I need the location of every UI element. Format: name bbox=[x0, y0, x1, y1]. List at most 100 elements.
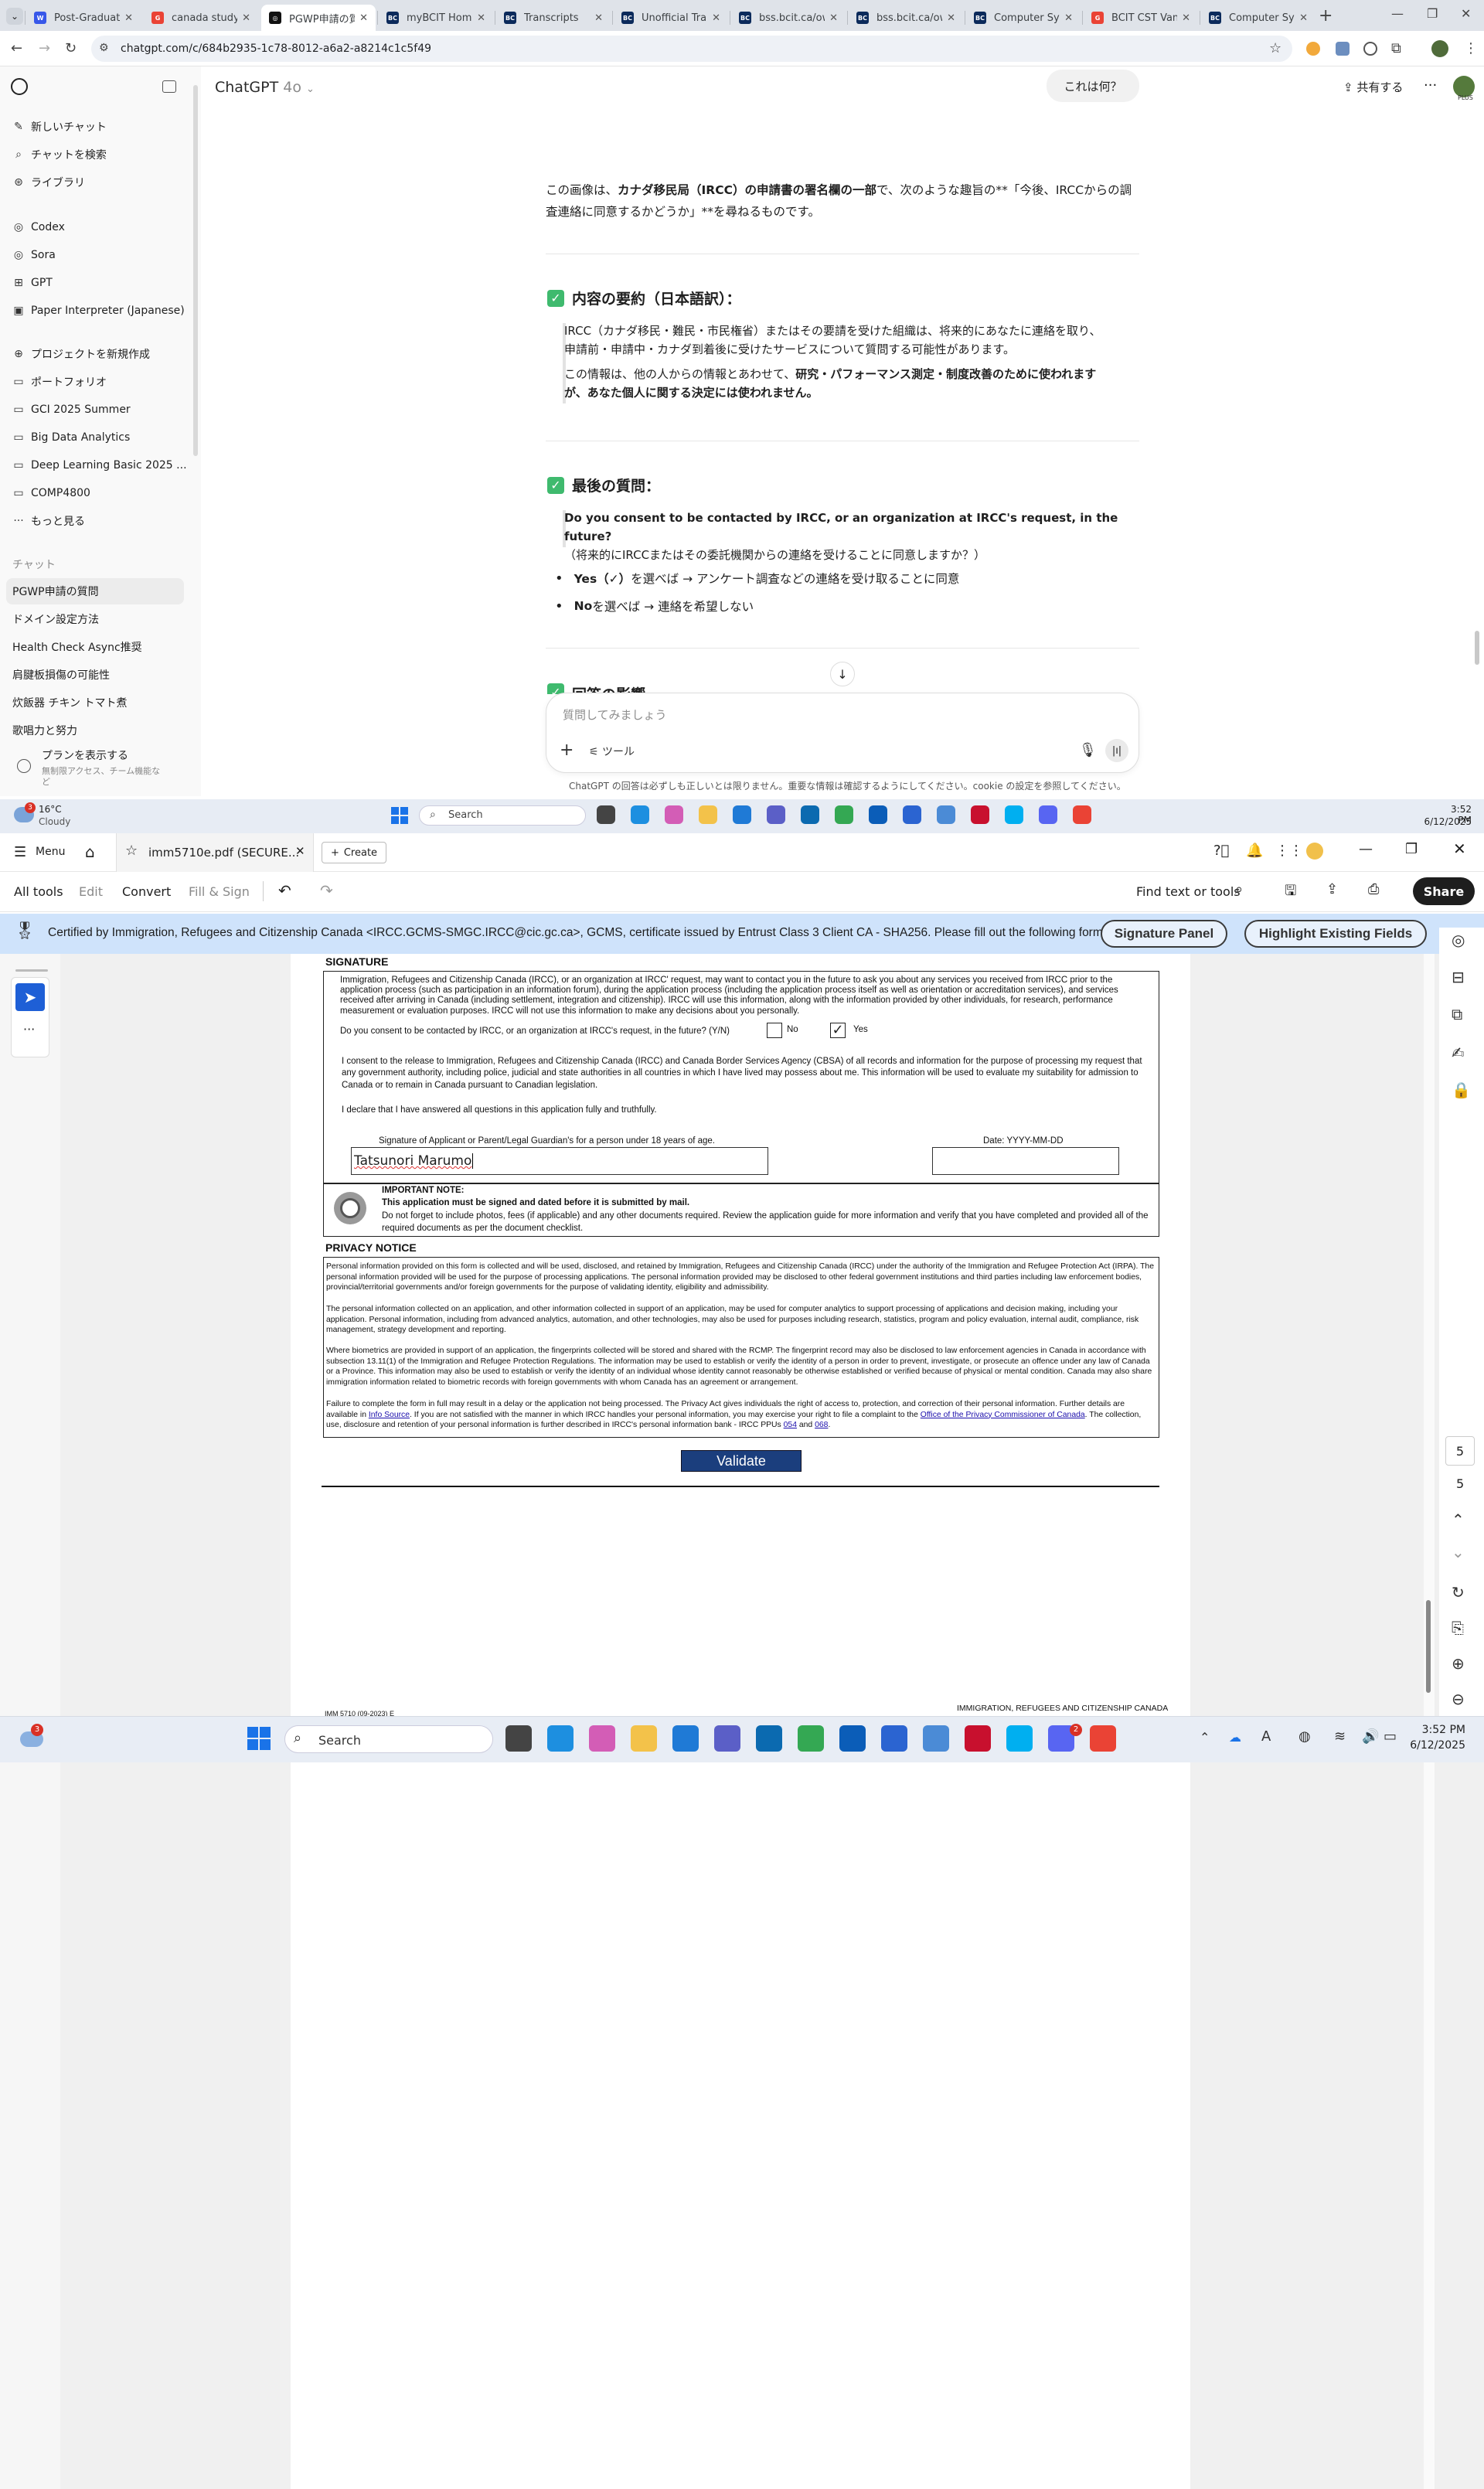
sidebar-item[interactable]: ⊞ GPT bbox=[12, 271, 53, 295]
sidebar-item[interactable]: ▭ Big Data Analytics bbox=[12, 425, 130, 450]
file-explorer-dark-icon[interactable] bbox=[597, 805, 615, 824]
highlight-fields-button[interactable]: Highlight Existing Fields bbox=[1244, 920, 1427, 948]
puzzle-icon[interactable]: ⧉ bbox=[1391, 40, 1401, 56]
battery-icon[interactable]: ▭ bbox=[1384, 1728, 1397, 1745]
browser-tab[interactable]: G BCIT CST Vanc ✕ bbox=[1084, 5, 1198, 31]
browser-tab[interactable]: Gcanada study p ✕ bbox=[144, 5, 258, 31]
account-avatar[interactable] bbox=[1306, 843, 1323, 860]
zoom-in-icon[interactable]: ⊕ bbox=[1452, 1654, 1465, 1673]
upload-cloud-icon[interactable]: ⇪ bbox=[1326, 881, 1338, 897]
share-button[interactable]: ⇪ 共有する bbox=[1343, 79, 1403, 95]
close-tab-icon[interactable]: ✕ bbox=[359, 12, 368, 24]
comment-icon[interactable]: ◎ bbox=[1452, 931, 1465, 949]
browser-tab[interactable]: BC bss.bcit.ca/ow ✕ bbox=[849, 5, 963, 31]
translate-icon[interactable] bbox=[903, 805, 921, 824]
chrome-menu-icon[interactable]: ⋮ bbox=[1464, 40, 1478, 56]
close-tab-icon[interactable]: ✕ bbox=[124, 12, 133, 24]
translate-icon[interactable] bbox=[881, 1725, 907, 1752]
page-fit-icon[interactable]: ⎘ bbox=[1452, 1619, 1464, 1637]
tool-edit[interactable]: Edit bbox=[79, 884, 103, 899]
sidebar-scrollbar[interactable] bbox=[193, 85, 198, 456]
sidebar-item[interactable]: ⌕ チャットを検索 bbox=[12, 142, 107, 167]
chat-history-item[interactable]: 肩腱板損傷の可能性 bbox=[12, 662, 110, 687]
teams-icon[interactable] bbox=[767, 805, 785, 824]
sidebar-item[interactable]: ◎ Sora bbox=[12, 243, 56, 267]
minimize-icon[interactable]: — bbox=[1359, 841, 1373, 857]
chat-input-placeholder[interactable]: 質問してみましょう bbox=[563, 707, 667, 723]
chat-history-item[interactable]: 炊飯器 チキン トマト煮 bbox=[12, 690, 127, 715]
minimize-icon[interactable]: — bbox=[1391, 6, 1404, 21]
plan-title[interactable]: プランを表示する bbox=[42, 747, 128, 763]
browser-tab[interactable]: BC myBCIT Home ✕ bbox=[379, 5, 493, 31]
create-button[interactable]: + Create bbox=[322, 842, 386, 863]
copilot-icon[interactable] bbox=[665, 805, 683, 824]
vscode-icon[interactable] bbox=[672, 1725, 699, 1752]
site-info-icon[interactable]: ⚙ bbox=[99, 42, 109, 54]
page-number-input[interactable]: 5 bbox=[1445, 1436, 1475, 1466]
more-tools-icon[interactable]: ··· bbox=[23, 1022, 35, 1037]
home-icon[interactable]: ⌂ bbox=[85, 843, 95, 861]
page-down-icon[interactable]: ⌄ bbox=[1452, 1543, 1465, 1561]
dell-icon[interactable] bbox=[801, 805, 819, 824]
skype-icon[interactable] bbox=[1006, 1725, 1033, 1752]
close-tab-icon[interactable]: ✕ bbox=[242, 12, 250, 24]
signature-panel-button[interactable]: Signature Panel bbox=[1101, 920, 1227, 948]
snip-icon[interactable] bbox=[923, 1725, 949, 1752]
signature-value[interactable]: Tatsunori Marumo bbox=[354, 1153, 474, 1169]
scrollbar-thumb[interactable] bbox=[1426, 1600, 1431, 1693]
browser-tab[interactable]: BC Unofficial Trans ✕ bbox=[614, 5, 728, 31]
sidebar-toggle-icon[interactable] bbox=[162, 80, 176, 93]
chat-scrollbar[interactable] bbox=[1475, 631, 1479, 665]
info-source-link[interactable]: Info Source bbox=[369, 1411, 410, 1419]
sidebar-item[interactable]: ▭ GCI 2025 Summer bbox=[12, 397, 130, 422]
tool-all-tools[interactable]: All tools bbox=[14, 884, 63, 899]
chat-history-item[interactable]: Health Check Async推奨 bbox=[12, 635, 142, 659]
ppu-054-link[interactable]: 054 bbox=[784, 1421, 797, 1429]
chrome-icon[interactable] bbox=[798, 1725, 824, 1752]
extension-icon[interactable] bbox=[1363, 42, 1377, 56]
sidebar-item[interactable]: ✎ 新しいチャット bbox=[12, 114, 107, 139]
extension-icon[interactable] bbox=[1336, 42, 1350, 56]
close-tab-icon[interactable]: ✕ bbox=[1182, 12, 1190, 24]
sidebar-item[interactable]: ▭ Deep Learning Basic 2025 ... bbox=[12, 453, 186, 478]
sidebar-item[interactable]: ▭ ポートフォリオ bbox=[12, 369, 107, 394]
folder-icon[interactable] bbox=[631, 1725, 657, 1752]
sidebar-item[interactable]: ▭ COMP4800 bbox=[12, 481, 90, 506]
tray-chevron-icon[interactable]: ⌃ bbox=[1200, 1730, 1210, 1745]
copilot-tray-icon[interactable]: ◍ bbox=[1298, 1728, 1311, 1745]
acrobat-icon[interactable] bbox=[965, 1725, 991, 1752]
privacy-commissioner-link[interactable]: Office of the Privacy Commissioner of Ca… bbox=[921, 1411, 1085, 1419]
redo-icon[interactable]: ↷ bbox=[320, 881, 333, 900]
tools-button[interactable]: ⚟ ツール bbox=[589, 744, 635, 759]
search-icon[interactable]: ⌕ bbox=[1235, 881, 1243, 897]
help-icon[interactable]: ?⃝ bbox=[1213, 843, 1229, 859]
extension-icon[interactable] bbox=[1306, 42, 1320, 56]
restore-icon[interactable]: ❐ bbox=[1427, 6, 1438, 21]
page-up-icon[interactable]: ⌃ bbox=[1452, 1510, 1465, 1529]
windows-start-icon[interactable] bbox=[391, 807, 408, 824]
select-cursor-icon[interactable]: ➤ bbox=[15, 983, 45, 1011]
edge-icon[interactable] bbox=[631, 805, 649, 824]
restore-icon[interactable]: ❐ bbox=[1405, 841, 1418, 857]
sidebar-item[interactable]: ··· もっと見る bbox=[12, 509, 85, 533]
star-icon[interactable]: ☆ bbox=[125, 843, 138, 859]
taskbar-search[interactable] bbox=[284, 1725, 493, 1753]
task-view-icon[interactable] bbox=[505, 1725, 532, 1752]
copilot-icon[interactable] bbox=[589, 1725, 615, 1752]
close-tab-icon[interactable]: ✕ bbox=[947, 12, 955, 24]
windows-start-icon[interactable] bbox=[247, 1727, 271, 1750]
teams-icon[interactable] bbox=[714, 1725, 740, 1752]
add-attachment-icon[interactable]: + bbox=[560, 741, 574, 760]
browser-tab[interactable]: BC Transcripts ✕ bbox=[496, 5, 611, 31]
store-icon[interactable] bbox=[869, 805, 887, 824]
chat-history-item[interactable]: 歌唱力と努力 bbox=[12, 718, 77, 743]
menu-button[interactable]: Menu bbox=[36, 846, 65, 858]
browser-tab[interactable]: BC bss.bcit.ca/ow ✕ bbox=[731, 5, 846, 31]
new-tab-button[interactable]: + bbox=[1319, 6, 1333, 26]
no-checkbox[interactable] bbox=[767, 1023, 782, 1038]
lock-icon[interactable]: 🔒 bbox=[1452, 1081, 1471, 1099]
skype-icon[interactable] bbox=[1005, 805, 1023, 824]
close-tab-icon[interactable]: ✕ bbox=[829, 12, 838, 24]
profile-avatar[interactable] bbox=[1431, 40, 1448, 57]
browser-tab[interactable]: ◎ PGWP申請の質 ✕ bbox=[261, 5, 376, 31]
